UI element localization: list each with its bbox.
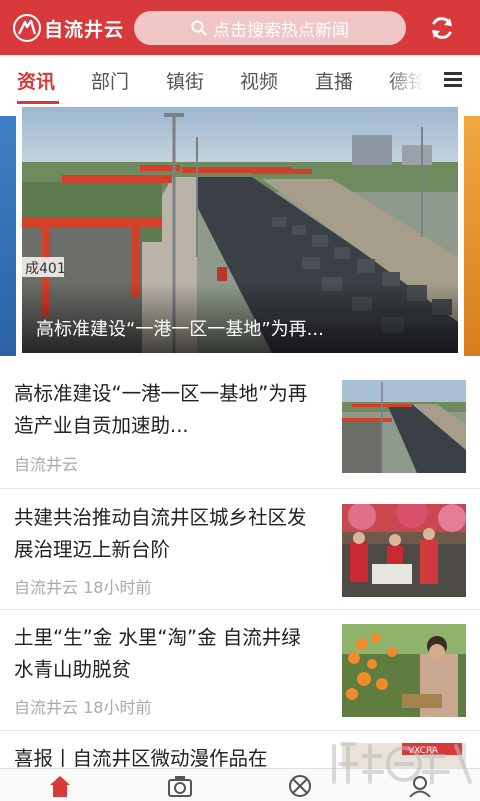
news-item[interactable]: 共建共治推动自流井区城乡社区发展治理迈上新台阶 自流井云 18小时前	[0, 502, 480, 622]
discover-icon[interactable]	[287, 773, 313, 797]
divider	[0, 609, 480, 610]
news-item[interactable]: 高标准建设“一港一区一基地”为再造产业自贡加速助... 自流井云	[0, 378, 480, 498]
divider	[0, 730, 480, 731]
svg-text:成401: 成401	[25, 261, 66, 277]
tab-departments[interactable]: 部门	[91, 67, 129, 94]
news-meta: 自流井云 18小时前	[14, 574, 151, 598]
news-item[interactable]: 土里“生”金 水里“淘”金 自流井绿水青山助脱贫 自流井云 18小时前	[0, 622, 480, 742]
news-thumbnail	[342, 504, 466, 597]
news-title: 共建共治推动自流井区城乡社区发展治理迈上新台阶	[14, 506, 307, 561]
news-title: 喜报丨自流井区微动漫作品在	[14, 747, 268, 768]
menu-icon[interactable]	[444, 72, 462, 88]
banner-caption: 高标准建设“一港一区一基地”为再...	[36, 319, 324, 340]
home-icon[interactable]	[47, 773, 73, 797]
news-time: 18小时前	[83, 698, 152, 717]
tab-live[interactable]: 直播	[315, 67, 353, 94]
news-thumbnail	[342, 380, 466, 473]
previous-slide-peek[interactable]	[0, 116, 16, 356]
news-source: 自流井云	[14, 455, 79, 474]
next-slide-peek[interactable]	[464, 116, 480, 356]
banner-carousel[interactable]: 成401 高标准建设“一港一区一基地”为再...	[0, 107, 480, 359]
news-thumbnail	[342, 624, 466, 717]
banner-slide[interactable]: 成401 高标准建设“一港一区一基地”为再...	[22, 107, 458, 353]
search-bar[interactable]: 点击搜索热点新闻	[134, 11, 406, 45]
tab-video[interactable]: 视频	[240, 67, 278, 94]
news-source: 自流井云	[14, 578, 79, 597]
tab-towns[interactable]: 镇街	[166, 67, 204, 94]
news-source: 自流井云	[14, 698, 79, 717]
camera-icon[interactable]	[167, 773, 193, 797]
tabs-fade	[388, 55, 432, 107]
search-icon	[191, 20, 207, 36]
app-header: 自流井云 点击搜索热点新闻	[0, 0, 480, 55]
logo-mark-icon	[13, 14, 41, 42]
active-tab-indicator	[17, 101, 59, 104]
divider	[0, 488, 480, 489]
watermark-logo	[332, 742, 472, 784]
refresh-icon[interactable]	[428, 14, 456, 42]
category-tabs: 资讯 部门 镇街 视频 直播 德铭	[0, 55, 480, 107]
news-title: 高标准建设“一港一区一基地”为再造产业自贡加速助...	[14, 382, 308, 437]
app-logo[interactable]: 自流井云	[12, 13, 124, 43]
news-title: 土里“生”金 水里“淘”金 自流井绿水青山助脱贫	[14, 626, 301, 681]
news-meta: 自流井云 18小时前	[14, 694, 151, 718]
logo-text: 自流井云	[44, 18, 125, 41]
search-placeholder: 点击搜索热点新闻	[213, 20, 349, 41]
tab-news[interactable]: 资讯	[17, 67, 55, 94]
news-time: 18小时前	[83, 578, 152, 597]
